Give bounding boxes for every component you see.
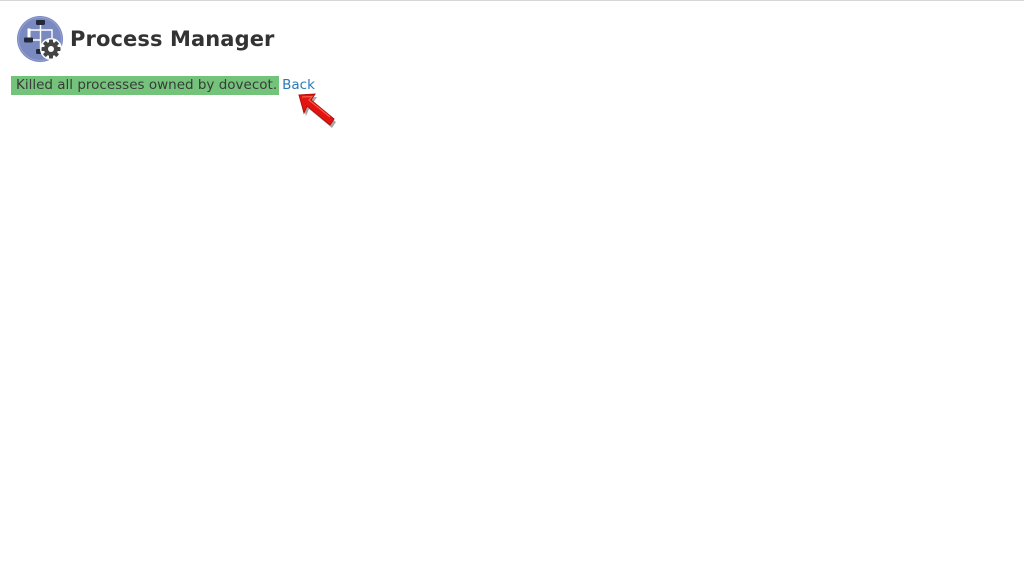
success-message: Killed all processes owned by dovecot. <box>11 76 280 95</box>
status-row: Killed all processes owned by dovecot. B… <box>11 76 315 95</box>
page-header: Process Manager <box>16 15 275 63</box>
top-divider <box>0 0 1024 1</box>
process-manager-icon <box>17 16 63 62</box>
page-title: Process Manager <box>70 27 275 51</box>
red-arrow-icon <box>298 93 336 128</box>
